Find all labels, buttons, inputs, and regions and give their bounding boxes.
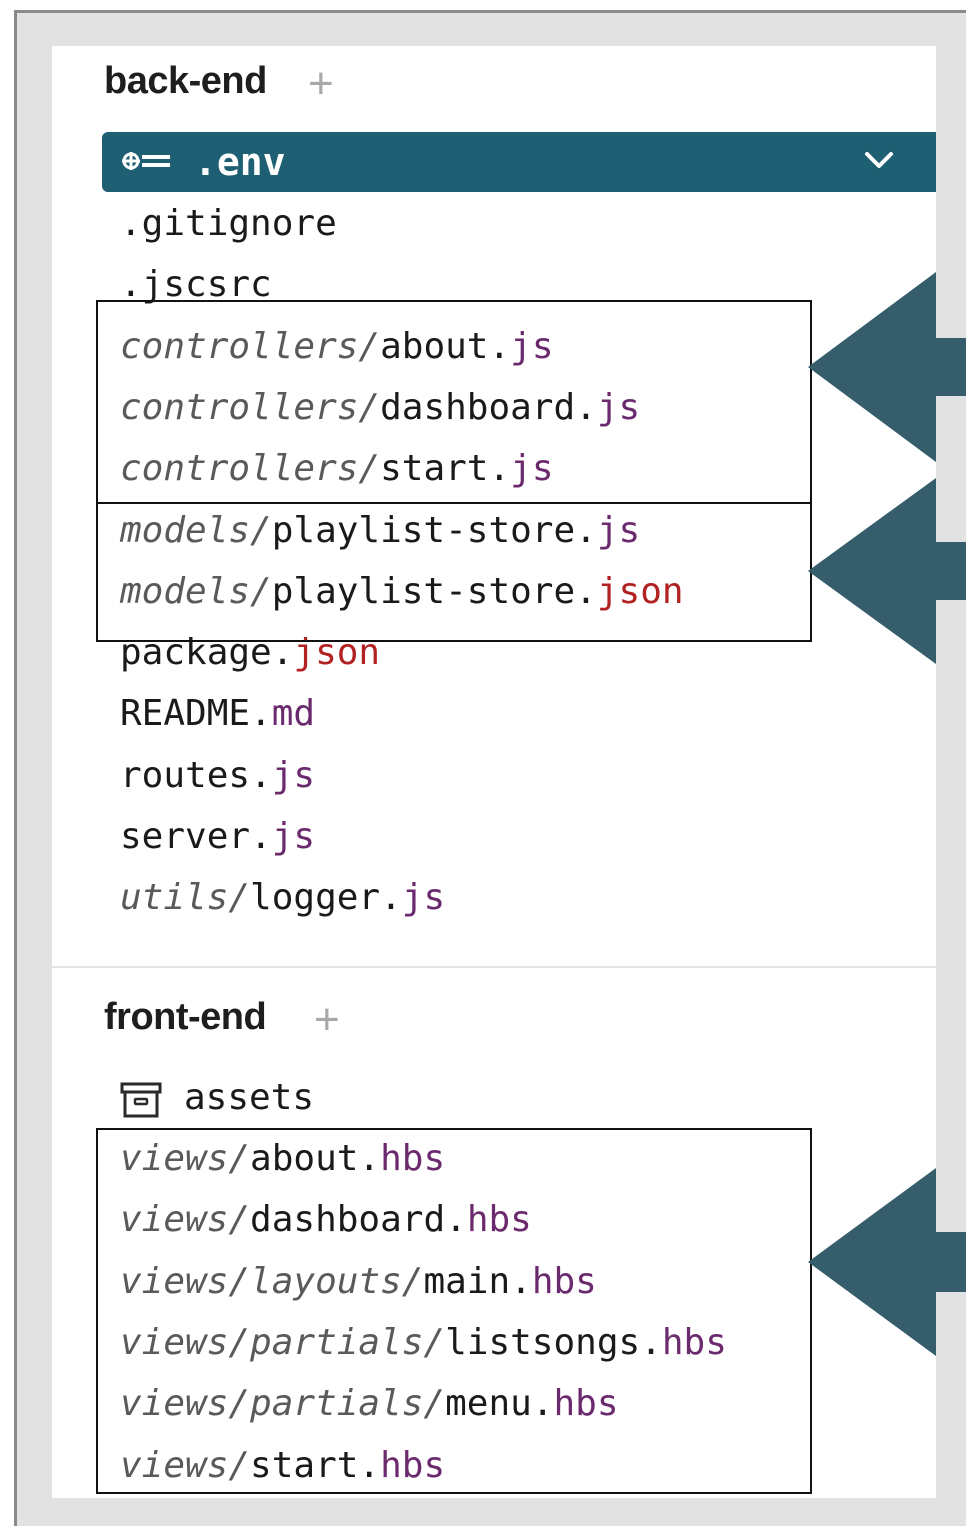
file-item[interactable]: views/partials/listsongs.hbs: [120, 1313, 727, 1373]
file-ext: .hbs: [510, 1260, 597, 1302]
file-item[interactable]: .jscsrc: [120, 255, 272, 315]
file-item[interactable]: views/about.hbs: [120, 1129, 445, 1189]
file-base: playlist-store: [271, 509, 576, 551]
arrow-views-icon: [808, 1168, 966, 1356]
file-item[interactable]: package.json: [120, 623, 380, 683]
file-ext: .hbs: [445, 1199, 532, 1241]
file-item[interactable]: views/dashboard.hbs: [120, 1190, 532, 1250]
file-ext: .js: [250, 754, 316, 796]
file-item[interactable]: views/layouts/main.hbs: [120, 1252, 597, 1312]
file-dir: views/partials/: [120, 1321, 446, 1363]
section-title-backend: back-end: [104, 60, 267, 102]
file-ext: .js: [380, 877, 446, 919]
file-item[interactable]: utils/logger.js: [120, 868, 445, 928]
arrow-controllers-icon: [808, 272, 966, 462]
file-base: dashboard: [380, 386, 576, 428]
file-base: start: [250, 1444, 359, 1486]
file-dir: views/: [120, 1199, 251, 1241]
file-base: .gitignore: [120, 203, 337, 244]
file-ext: .js: [488, 325, 554, 367]
file-ext: .js: [575, 386, 641, 428]
file-ext: .hbs: [358, 1138, 446, 1179]
file-base: about: [250, 1138, 359, 1179]
file-base: .jscsrc: [120, 264, 272, 306]
selected-file-name: .env: [194, 140, 286, 184]
file-ext: .hbs: [531, 1383, 619, 1425]
section-divider: [52, 966, 936, 968]
file-base: logger: [250, 877, 381, 919]
file-dir: views/: [120, 1444, 251, 1486]
file-ext: .md: [250, 693, 316, 735]
file-base: start: [380, 448, 489, 490]
file-ext: .js: [488, 448, 554, 490]
file-base: server: [120, 816, 251, 857]
file-ext: .json: [575, 570, 684, 612]
file-dir: models/: [120, 509, 272, 551]
file-base: README: [120, 693, 251, 735]
file-item[interactable]: models/playlist-store.json: [120, 562, 684, 622]
file-item[interactable]: README.md: [120, 684, 315, 744]
add-backend-file-button[interactable]: +: [308, 62, 334, 106]
file-item[interactable]: models/playlist-store.js: [120, 501, 640, 561]
arrow-models-icon: [808, 478, 966, 664]
assets-folder-label: assets: [184, 1077, 315, 1118]
file-item[interactable]: views/partials/menu.hbs: [120, 1374, 619, 1434]
file-dir: views/: [120, 1138, 251, 1179]
file-dir: controllers/: [120, 386, 381, 428]
section-title-frontend: front-end: [104, 996, 267, 1038]
file-item[interactable]: controllers/dashboard.js: [120, 378, 640, 438]
file-base: package: [120, 632, 272, 674]
archive-box-icon: [120, 1082, 162, 1118]
file-item[interactable]: controllers/about.js: [120, 317, 554, 377]
file-dir: utils/: [120, 877, 251, 919]
selected-file-row[interactable]: .env: [102, 132, 936, 192]
file-item[interactable]: views/start.hbs: [120, 1436, 445, 1496]
file-ext: .json: [271, 632, 381, 674]
file-dir: controllers/: [120, 325, 381, 367]
chevron-down-icon[interactable]: [864, 150, 894, 172]
file-base: listsongs: [445, 1321, 641, 1363]
file-ext: .hbs: [640, 1321, 727, 1363]
file-ext: .js: [250, 816, 316, 857]
file-ext: .js: [575, 509, 641, 551]
file-base: main: [423, 1260, 511, 1302]
key-icon: [122, 152, 170, 170]
file-dir: controllers/: [120, 448, 381, 490]
file-base: menu: [445, 1383, 532, 1425]
file-base: playlist-store: [271, 570, 576, 612]
file-ext: .hbs: [358, 1444, 446, 1486]
file-item[interactable]: routes.js: [120, 746, 315, 806]
file-item[interactable]: server.js: [120, 807, 315, 867]
file-dir: models/: [120, 570, 272, 612]
file-dir: views/partials/: [120, 1383, 446, 1425]
file-base: routes: [120, 754, 251, 796]
file-dir: views/layouts/: [120, 1260, 424, 1302]
add-frontend-file-button[interactable]: +: [314, 998, 340, 1042]
file-base: dashboard: [250, 1199, 446, 1241]
file-base: about: [380, 325, 489, 367]
file-item[interactable]: .gitignore: [120, 194, 337, 254]
file-item[interactable]: controllers/start.js: [120, 439, 554, 499]
